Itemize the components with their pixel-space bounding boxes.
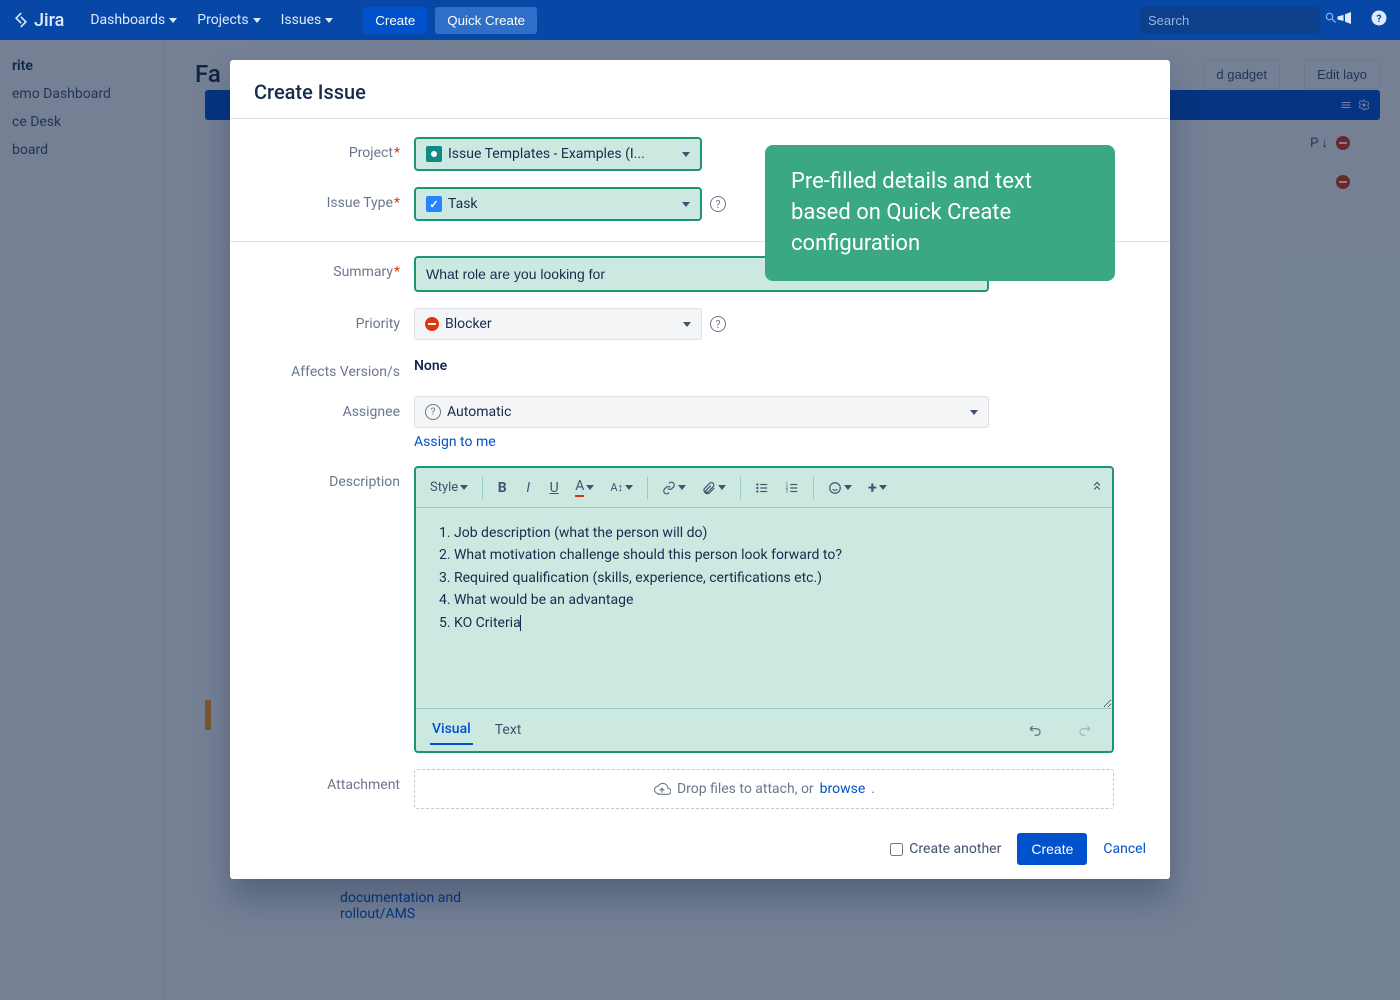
editor-footer: Visual Text (416, 708, 1112, 751)
jira-logo-icon (12, 11, 30, 29)
bold-button[interactable]: B (491, 476, 513, 500)
link-button[interactable] (656, 477, 692, 499)
priority-select[interactable]: Blocker (414, 308, 702, 340)
chevron-down-icon (460, 485, 468, 490)
help-icon[interactable]: ? (1370, 9, 1388, 31)
chevron-down-icon (844, 485, 852, 490)
assign-to-me-link[interactable]: Assign to me (414, 434, 496, 450)
issue-type-select[interactable]: Task (414, 187, 702, 221)
cancel-link[interactable]: Cancel (1103, 841, 1146, 857)
create-another-input[interactable] (890, 843, 903, 856)
chevron-down-icon (682, 202, 690, 207)
priority-label: Priority (254, 308, 414, 332)
svg-text:?: ? (1376, 12, 1381, 25)
summary-label: Summary (254, 256, 414, 280)
help-icon[interactable]: ? (710, 196, 726, 212)
logo-text: Jira (34, 10, 64, 31)
dialog-footer: Create another Create Cancel (230, 819, 1170, 879)
upload-icon (653, 780, 671, 798)
text-cursor (520, 615, 521, 631)
chevron-down-icon (625, 485, 633, 490)
project-icon (426, 146, 442, 162)
underline-button[interactable]: U (543, 476, 565, 500)
more-format-button[interactable]: A↕ (604, 477, 639, 498)
create-submit-button[interactable]: Create (1017, 833, 1087, 865)
chevron-down-icon (683, 322, 691, 327)
chevron-down-icon (678, 485, 686, 490)
visual-tab[interactable]: Visual (430, 715, 473, 745)
assignee-label: Assignee (254, 396, 414, 420)
affects-label: Affects Version/s (254, 356, 414, 380)
quick-create-button[interactable]: Quick Create (435, 7, 537, 34)
blocker-icon (425, 317, 439, 331)
chevron-down-icon (682, 152, 690, 157)
task-icon (426, 196, 442, 212)
editor-textarea[interactable]: Job description (what the person will do… (416, 508, 1112, 708)
chevron-down-icon (325, 18, 333, 23)
chevron-down-icon (970, 410, 978, 415)
affects-value: None (414, 356, 447, 374)
top-nav: Jira Dashboards Projects Issues Create Q… (0, 0, 1400, 40)
italic-button[interactable]: I (517, 476, 539, 500)
browse-link[interactable]: browse (820, 781, 866, 797)
jira-logo[interactable]: Jira (12, 10, 64, 31)
attachment-dropzone[interactable]: Drop files to attach, or browse. (414, 769, 1114, 809)
dialog-title: Create Issue (230, 60, 1170, 119)
collapse-toolbar-icon[interactable] (1090, 478, 1104, 497)
modal-overlay: Create Issue Project Issue Templates - E… (0, 40, 1400, 1000)
project-label: Project (254, 137, 414, 161)
nav-dashboards[interactable]: Dashboards (80, 0, 187, 40)
issue-type-label: Issue Type (254, 187, 414, 211)
more-button[interactable]: + (862, 474, 893, 501)
description-editor: Style B I U A A↕ (414, 466, 1114, 753)
description-label: Description (254, 466, 414, 490)
annotation-callout: Pre-filled details and text based on Qui… (765, 145, 1115, 281)
redo-button[interactable] (1070, 718, 1098, 742)
assignee-select[interactable]: ?Automatic (414, 396, 989, 428)
attachment-button[interactable] (696, 477, 732, 499)
feedback-icon[interactable] (1336, 9, 1354, 31)
emoji-button[interactable] (822, 477, 858, 499)
chevron-down-icon (169, 18, 177, 23)
editor-toolbar: Style B I U A A↕ (416, 468, 1112, 508)
search-input[interactable] (1148, 13, 1324, 28)
chevron-down-icon (718, 485, 726, 490)
style-dropdown[interactable]: Style (424, 476, 474, 499)
bullet-list-button[interactable] (749, 477, 775, 499)
text-color-button[interactable]: A (569, 474, 600, 501)
create-issue-dialog: Create Issue Project Issue Templates - E… (230, 60, 1170, 879)
create-button[interactable]: Create (363, 7, 427, 34)
search-box[interactable] (1140, 7, 1320, 33)
nav-projects[interactable]: Projects (187, 0, 270, 40)
project-select[interactable]: Issue Templates - Examples (I... (414, 137, 702, 171)
text-tab[interactable]: Text (493, 716, 524, 744)
number-list-button[interactable]: 123 (779, 477, 805, 499)
help-icon[interactable]: ? (710, 316, 726, 332)
svg-text:3: 3 (786, 488, 789, 493)
create-another-checkbox[interactable]: Create another (890, 841, 1001, 857)
undo-button[interactable] (1022, 718, 1050, 742)
attachment-label: Attachment (254, 769, 414, 793)
chevron-down-icon (253, 18, 261, 23)
chevron-down-icon (586, 485, 594, 490)
automatic-icon: ? (425, 404, 441, 420)
nav-issues[interactable]: Issues (271, 0, 344, 40)
chevron-down-icon (879, 485, 887, 490)
